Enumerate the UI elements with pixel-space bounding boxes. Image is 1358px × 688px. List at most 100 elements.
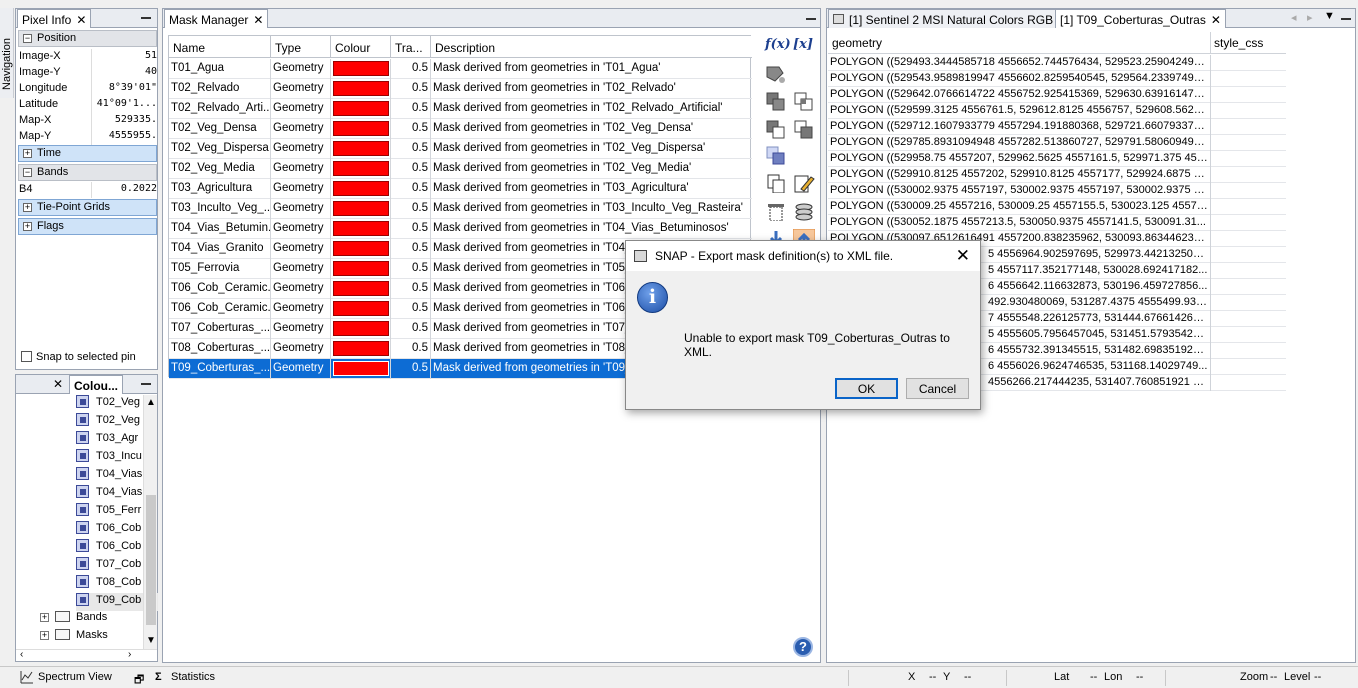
table-row[interactable]: POLYGON ((529543.9589819947 4556602.8259… <box>828 71 1286 87</box>
cell-colour[interactable] <box>331 319 391 339</box>
scroll-down-icon[interactable]: ▼ <box>146 635 156 646</box>
table-row[interactable]: T04_Vias_Betumin... Geometry 0.5 Mask deriv… <box>169 219 752 239</box>
cell-name[interactable]: T02_Veg_Media <box>169 159 271 179</box>
table-row[interactable]: T02_Veg_Densa Geometry 0.5 Mask derived fro… <box>169 119 752 139</box>
colour-swatch[interactable] <box>333 81 389 96</box>
cell-geometry[interactable]: 5 4556964.902597695, 529973.442132508... <box>988 248 1208 260</box>
table-row[interactable]: T03_Inculto_Veg_... Geometry 0.5 Mask deriv… <box>169 199 752 219</box>
tab-scroll-left-icon[interactable]: ◂ <box>1291 11 1297 24</box>
cell-name[interactable]: T08_Coberturas_... <box>169 339 271 359</box>
cell-colour[interactable] <box>331 139 391 159</box>
tab-scroll-right-icon[interactable]: ▸ <box>1307 11 1313 24</box>
invert-icon[interactable] <box>765 145 787 165</box>
cell-geometry[interactable]: POLYGON ((529599.3125 4556761.5, 529612.… <box>830 104 1208 116</box>
copy-icon[interactable] <box>765 173 787 193</box>
scrollbar-thumb[interactable] <box>146 495 156 625</box>
cell-name[interactable]: T07_Coberturas_... <box>169 319 271 339</box>
cell-colour[interactable] <box>331 99 391 119</box>
cell-geometry[interactable]: 6 4555732.391345515, 531482.698351921... <box>988 344 1208 356</box>
cell-style-css[interactable] <box>1210 55 1286 71</box>
colour-swatch[interactable] <box>333 261 389 276</box>
cell-geometry[interactable]: POLYGON ((529543.9589819947 4556602.8259… <box>830 72 1208 84</box>
snap-to-pin-checkbox[interactable]: Snap to selected pin <box>21 351 136 363</box>
cell-transparency[interactable]: 0.5 <box>391 139 431 159</box>
col-transparency[interactable]: Tra... <box>391 36 431 58</box>
table-row[interactable]: T02_Relvado_Arti... Geometry 0.5 Mask deriv… <box>169 99 752 119</box>
colour-swatch[interactable] <box>333 301 389 316</box>
cell-colour[interactable] <box>331 119 391 139</box>
group-tie-point-grids[interactable]: + Tie-Point Grids <box>18 199 157 216</box>
cell-transparency[interactable]: 0.5 <box>391 159 431 179</box>
cell-transparency[interactable]: 0.5 <box>391 239 431 259</box>
cell-geometry[interactable]: 6 4556642.116632873, 530196.459727856... <box>988 280 1208 292</box>
cell-style-css[interactable] <box>1210 343 1286 359</box>
cell-style-css[interactable] <box>1210 135 1286 151</box>
group-bands[interactable]: − Bands <box>18 164 157 181</box>
cell-style-css[interactable] <box>1210 375 1286 391</box>
table-row[interactable]: POLYGON ((529958.75 4557207, 529962.5625… <box>828 151 1286 167</box>
cell-style-css[interactable] <box>1210 103 1286 119</box>
cell-style-css[interactable] <box>1210 263 1286 279</box>
cell-style-css[interactable] <box>1210 295 1286 311</box>
cell-transparency[interactable]: 0.5 <box>391 359 431 379</box>
table-row[interactable]: POLYGON ((530009.25 4557216, 530009.25 4… <box>828 199 1286 215</box>
cell-style-css[interactable] <box>1210 311 1286 327</box>
cancel-button[interactable]: Cancel <box>906 378 969 399</box>
tab-list-dropdown-icon[interactable]: ▼ <box>1324 10 1335 22</box>
cell-name[interactable]: T02_Veg_Dispersa <box>169 139 271 159</box>
cell-colour[interactable] <box>331 279 391 299</box>
colour-swatch[interactable] <box>333 361 389 376</box>
cell-name[interactable]: T06_Cob_Ceramic... <box>169 279 271 299</box>
cell-colour[interactable] <box>331 239 391 259</box>
close-icon[interactable]: ✕ <box>53 377 63 391</box>
col-name[interactable]: Name <box>169 36 271 58</box>
colour-swatch[interactable] <box>333 181 389 196</box>
col-description[interactable]: Description <box>431 36 752 58</box>
cell-geometry[interactable]: 7 4555548.226125773, 531444.676614260... <box>988 312 1208 324</box>
colour-swatch[interactable] <box>333 281 389 296</box>
colour-swatch[interactable] <box>333 121 389 136</box>
table-row[interactable]: T01_Agua Geometry 0.5 Mask derived from geo… <box>169 59 752 79</box>
cell-name[interactable]: T09_Coberturas_... <box>169 359 271 379</box>
cell-transparency[interactable]: 0.5 <box>391 99 431 119</box>
tab-mask-manager[interactable]: Mask Manager ✕ <box>164 9 269 28</box>
tab-colour[interactable]: Colou... <box>69 375 123 394</box>
cell-geometry[interactable]: POLYGON ((530052.1875 4557213.5, 530050.… <box>830 216 1208 228</box>
cell-name[interactable]: T03_Agricultura <box>169 179 271 199</box>
dialog-titlebar[interactable]: SNAP - Export mask definition(s) to XML … <box>626 241 980 271</box>
cell-geometry[interactable]: POLYGON ((529493.3444585718 4556652.7445… <box>830 56 1208 68</box>
minimize-icon[interactable] <box>806 18 816 20</box>
fx-expression-button[interactable]: f(x) <box>765 37 791 57</box>
cell-style-css[interactable] <box>1210 279 1286 295</box>
close-icon[interactable]: ✕ <box>1211 13 1221 27</box>
scroll-left-icon[interactable]: ‹ <box>20 649 23 660</box>
cell-colour[interactable] <box>331 59 391 79</box>
tree-hscrollbar[interactable]: ‹ › <box>16 649 157 661</box>
cell-colour[interactable] <box>331 339 391 359</box>
colour-swatch[interactable] <box>333 141 389 156</box>
table-row[interactable]: POLYGON ((529785.8931094948 4557282.5138… <box>828 135 1286 151</box>
cell-description[interactable]: Mask derived from geometries in 'T02_Rel… <box>431 99 752 119</box>
checkbox-box[interactable] <box>21 351 32 362</box>
col-geometry[interactable]: geometry <box>832 36 882 50</box>
cell-style-css[interactable] <box>1210 151 1286 167</box>
cell-style-css[interactable] <box>1210 71 1286 87</box>
tab-t09-coberturas[interactable]: [1] T09_Coberturas_Outras ✕ <box>1055 9 1226 28</box>
cell-transparency[interactable]: 0.5 <box>391 79 431 99</box>
cell-name[interactable]: T02_Relvado <box>169 79 271 99</box>
colour-swatch[interactable] <box>333 241 389 256</box>
close-icon[interactable]: ✕ <box>253 13 263 27</box>
table-row[interactable]: POLYGON ((530002.9375 4557197, 530002.93… <box>828 183 1286 199</box>
cell-style-css[interactable] <box>1210 119 1286 135</box>
cell-geometry[interactable]: POLYGON ((529910.8125 4557202, 529910.81… <box>830 168 1208 180</box>
delete-icon[interactable] <box>765 201 787 221</box>
colour-swatch[interactable] <box>333 201 389 216</box>
scroll-right-icon[interactable]: › <box>128 649 131 660</box>
table-row[interactable]: T02_Relvado Geometry 0.5 Mask derived from … <box>169 79 752 99</box>
cell-geometry[interactable]: 492.930480069, 531287.4375 4555499.930..… <box>988 296 1208 308</box>
statistics-tab[interactable]: Statistics <box>171 671 215 683</box>
cell-description[interactable]: Mask derived from geometries in 'T02_Rel… <box>431 79 752 99</box>
expand-icon[interactable]: + <box>40 631 49 640</box>
cell-geometry[interactable]: POLYGON ((530009.25 4557216, 530009.25 4… <box>830 200 1208 212</box>
cell-colour[interactable] <box>331 179 391 199</box>
